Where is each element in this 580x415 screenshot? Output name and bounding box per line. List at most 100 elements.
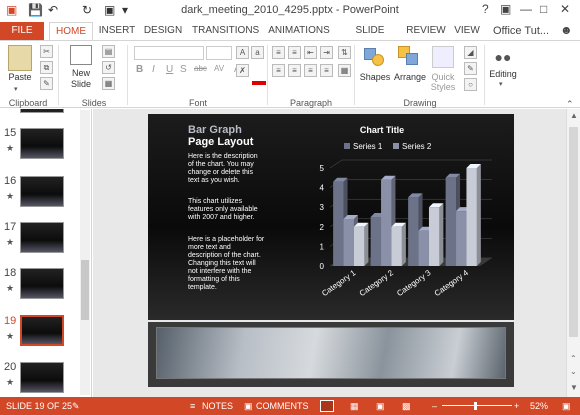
increase-indent-icon[interactable]: ⇥ — [320, 46, 333, 59]
tab-design[interactable]: DESIGN — [141, 22, 185, 40]
ribbon-tabs: FILE HOME INSERT DESIGN TRANSITIONS ANIM… — [0, 22, 580, 54]
justify-icon[interactable]: ≡ — [320, 64, 333, 77]
smartart-icon[interactable]: ▦ — [338, 64, 351, 77]
paste-dropdown-icon[interactable]: ▾ — [14, 85, 18, 93]
font-color-icon[interactable] — [252, 81, 266, 85]
current-slide[interactable]: Bar Graph Page Layout Here is the descri… — [148, 114, 514, 320]
format-painter-icon[interactable]: ✎ — [40, 77, 53, 90]
align-right-icon[interactable]: ≡ — [304, 64, 317, 77]
bold-button[interactable]: B — [136, 64, 143, 75]
section-icon[interactable]: ▦ — [102, 77, 115, 90]
slide-sorter-icon[interactable]: ▦ — [350, 401, 359, 412]
copy-icon[interactable]: ⧉ — [40, 61, 53, 74]
notes-icon[interactable]: ≡ — [190, 401, 195, 411]
bullets-icon[interactable]: ≡ — [272, 46, 285, 59]
decrease-font-icon[interactable]: a — [251, 46, 264, 59]
comments-button[interactable]: COMMENTS — [256, 401, 309, 411]
shadow-button[interactable]: S — [180, 64, 187, 75]
user-avatar-icon[interactable]: ☻ — [560, 23, 573, 37]
align-left-icon[interactable]: ≡ — [272, 64, 285, 77]
italic-button[interactable]: I — [152, 64, 155, 75]
strikethrough-button[interactable]: abc — [194, 64, 207, 73]
tab-transitions[interactable]: TRANSITIONS — [192, 22, 259, 40]
scroll-down-icon[interactable]: ▼ — [570, 383, 578, 392]
canvas-scrollbar[interactable]: ▲ ⌃ ⌄ ▼ — [566, 109, 580, 397]
ribbon-display-options-icon[interactable]: ▣ — [500, 2, 511, 16]
thumbnail-partial[interactable] — [20, 109, 64, 113]
clear-formatting-icon[interactable]: ✗ — [236, 64, 249, 77]
reset-icon[interactable]: ↺ — [102, 61, 115, 74]
chart-bar — [391, 222, 406, 266]
bar-chart[interactable]: Chart Title Series 1 Series 2 0 1 2 3 4 5 Cat… — [298, 120, 508, 315]
decrease-indent-icon[interactable]: ⇤ — [304, 46, 317, 59]
reading-view-icon[interactable]: ▣ — [376, 401, 385, 412]
thumbnail-slide-17[interactable] — [20, 222, 64, 253]
animation-star-icon: ★ — [6, 331, 15, 341]
character-spacing-button[interactable]: AV — [214, 64, 224, 73]
increase-font-icon[interactable]: A — [236, 46, 249, 59]
zoom-slider-thumb[interactable] — [474, 402, 477, 410]
thumbnail-slide-20[interactable] — [20, 362, 64, 393]
thumbnail-slide-16[interactable] — [20, 176, 64, 207]
normal-view-icon[interactable] — [320, 400, 334, 412]
slideshow-view-icon[interactable]: ▩ — [402, 401, 411, 412]
thumbnail-slide-15[interactable] — [20, 128, 64, 159]
layout-icon[interactable]: ▤ — [102, 45, 115, 58]
scroll-up-icon[interactable]: ▲ — [570, 111, 578, 120]
thumbnail-slide-18[interactable] — [20, 268, 64, 299]
tab-file[interactable]: FILE — [0, 22, 44, 40]
tab-animations[interactable]: ANIMATIONS — [264, 22, 334, 40]
fit-slide-icon[interactable]: ▣ — [562, 401, 571, 412]
comments-icon[interactable]: ▣ — [244, 401, 253, 412]
zoom-slider[interactable] — [442, 405, 512, 406]
tab-insert[interactable]: INSERT — [95, 22, 139, 40]
thumbnail-scroll-thumb[interactable] — [81, 260, 89, 320]
shape-outline-icon[interactable]: ✎ — [464, 62, 477, 75]
tab-view[interactable]: VIEW — [452, 22, 482, 40]
zoom-in-button[interactable]: + — [514, 401, 519, 411]
spelling-icon[interactable]: ✎ — [72, 401, 80, 412]
tab-review[interactable]: REVIEW — [406, 22, 446, 40]
cut-icon[interactable]: ✂ — [40, 45, 53, 58]
previous-slide-icon[interactable]: ⌃ — [570, 354, 577, 363]
restore-button[interactable]: □ — [540, 2, 547, 16]
quick-styles-icon[interactable] — [432, 46, 454, 68]
arrange-icon[interactable] — [398, 46, 420, 66]
user-name[interactable]: Office Tut... — [493, 25, 549, 37]
tab-slide-show[interactable]: SLIDE SHOW — [340, 22, 400, 54]
thumbnail-scrollbar[interactable] — [80, 110, 90, 395]
next-slide-preview[interactable] — [148, 322, 514, 387]
help-button[interactable]: ? — [482, 2, 489, 16]
quick-styles-button-line1[interactable]: Quick — [424, 72, 462, 82]
binoculars-icon[interactable]: ●● — [494, 49, 512, 67]
canvas-scroll-thumb[interactable] — [569, 127, 578, 337]
paste-icon[interactable] — [8, 45, 32, 71]
font-size-field[interactable] — [206, 46, 232, 60]
editing-dropdown-icon[interactable]: ▾ — [499, 80, 503, 88]
ribbon-divider — [58, 45, 59, 105]
new-slide-button-line1[interactable]: New — [62, 68, 100, 78]
paste-button[interactable]: Paste — [2, 72, 38, 82]
shape-effects-icon[interactable]: ○ — [464, 78, 477, 91]
font-name-field[interactable] — [134, 46, 204, 60]
text-direction-icon[interactable]: ⇅ — [338, 46, 351, 59]
align-center-icon[interactable]: ≡ — [288, 64, 301, 77]
thumbnail-slide-19-selected[interactable] — [20, 315, 64, 346]
editing-button[interactable]: Editing — [486, 69, 520, 79]
new-slide-icon[interactable] — [70, 45, 92, 65]
zoom-out-button[interactable]: – — [432, 401, 437, 411]
y-tick-label: 3 — [320, 203, 325, 212]
shapes-button[interactable]: Shapes — [356, 72, 394, 82]
quick-styles-button-line2[interactable]: Styles — [424, 82, 462, 92]
underline-button[interactable]: U — [166, 64, 173, 75]
next-slide-icon[interactable]: ⌄ — [570, 367, 577, 376]
minimize-button[interactable]: — — [520, 2, 532, 16]
tab-home[interactable]: HOME — [49, 22, 93, 40]
shapes-icon[interactable] — [364, 46, 386, 66]
new-slide-button-line2[interactable]: Slide — [62, 79, 100, 89]
zoom-level[interactable]: 52% — [530, 401, 548, 411]
notes-button[interactable]: NOTES — [202, 401, 233, 411]
close-button[interactable]: ✕ — [560, 2, 570, 16]
shape-fill-icon[interactable]: ◢ — [464, 46, 477, 59]
numbering-icon[interactable]: ≡ — [288, 46, 301, 59]
